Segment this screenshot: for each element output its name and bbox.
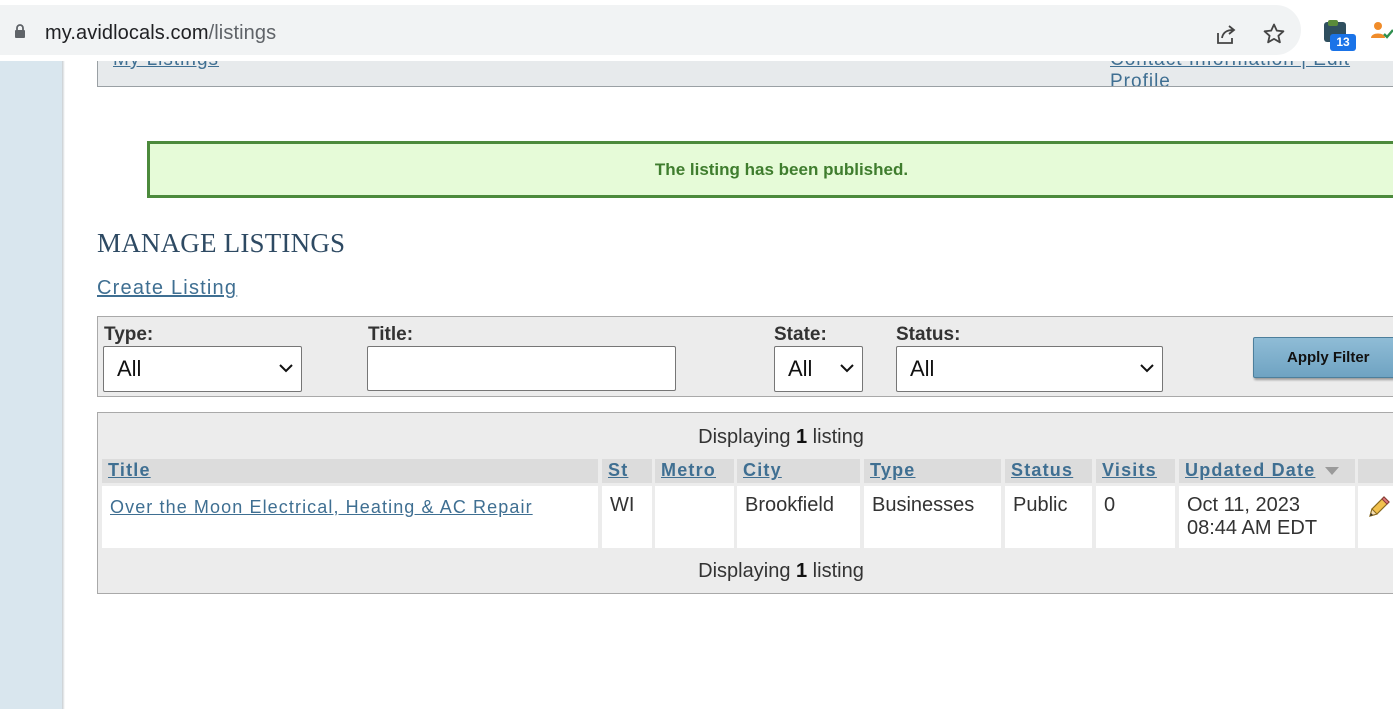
status-select-value: All [910, 356, 935, 381]
extension-badge: 13 [1330, 34, 1356, 51]
account-links[interactable]: Contact Information | Edit Profile [1110, 61, 1393, 86]
updated-date: Oct 11, 2023 [1187, 494, 1301, 516]
sort-desc-icon [1325, 467, 1340, 475]
filter-bar: Type: All Title: State: All Status: All … [97, 316, 1393, 397]
cell-visits: 0 [1096, 486, 1175, 548]
apply-filter-button[interactable]: Apply Filter [1253, 337, 1393, 378]
cell-metro [655, 486, 734, 548]
cell-type: Businesses [864, 486, 1001, 548]
type-select[interactable]: All [103, 346, 302, 392]
col-type[interactable]: Type [864, 459, 1001, 483]
col-updated-date[interactable]: Updated Date [1179, 459, 1355, 483]
col-visits[interactable]: Visits [1096, 459, 1175, 483]
my-listings-link[interactable]: My Listings [113, 61, 219, 71]
bookmark-star-icon[interactable] [1262, 22, 1286, 46]
chevron-down-icon [840, 364, 854, 373]
title-input[interactable] [367, 346, 676, 391]
success-alert: The listing has been published. [147, 141, 1393, 198]
col-actions [1358, 459, 1393, 483]
chevron-down-icon [1140, 364, 1154, 373]
listings-table: Displaying 1 listing Title St Metro City… [97, 412, 1393, 594]
listing-title-link[interactable]: Over the Moon Electrical, Heating & AC R… [110, 497, 533, 517]
profile-check-icon[interactable] [1370, 18, 1393, 42]
create-listing-link[interactable]: Create Listing [97, 277, 237, 300]
cell-title: Over the Moon Electrical, Heating & AC R… [102, 486, 598, 548]
updated-time: 08:44 AM EDT [1187, 517, 1318, 539]
col-city[interactable]: City [737, 459, 860, 483]
cell-actions [1358, 486, 1393, 548]
rail-shadow [62, 61, 65, 709]
lock-icon[interactable] [14, 24, 26, 38]
col-state[interactable]: St [602, 459, 652, 483]
state-select-value: All [788, 356, 813, 381]
cell-updated-date: Oct 11, 2023 08:44 AM EDT [1179, 486, 1355, 548]
status-label: Status: [896, 324, 961, 345]
col-metro[interactable]: Metro [655, 459, 734, 483]
state-select[interactable]: All [774, 346, 863, 392]
type-select-value: All [117, 356, 142, 381]
col-title[interactable]: Title [102, 459, 598, 483]
address-bar[interactable]: my.avidlocals.com/listings [0, 5, 1301, 55]
browser-toolbar: my.avidlocals.com/listings 13 [0, 0, 1393, 61]
page-title: MANAGE LISTINGS [97, 228, 346, 258]
display-count-bottom: Displaying 1 listing [698, 560, 864, 582]
share-icon[interactable] [1214, 23, 1238, 47]
cell-state: WI [602, 486, 652, 548]
account-nav: My Listings Contact Information | Edit P… [97, 61, 1393, 87]
pencil-edit-icon[interactable] [1366, 494, 1392, 520]
chevron-down-icon [279, 364, 293, 373]
left-rail [0, 61, 62, 709]
type-label: Type: [104, 324, 154, 345]
state-label: State: [774, 324, 827, 345]
cell-status: Public [1005, 486, 1092, 548]
display-count-top: Displaying 1 listing [698, 426, 864, 448]
title-label: Title: [368, 324, 414, 345]
status-select[interactable]: All [896, 346, 1163, 392]
alert-message: The listing has been published. [654, 160, 909, 179]
url-text[interactable]: my.avidlocals.com/listings [45, 22, 276, 45]
cell-city: Brookfield [737, 486, 860, 548]
col-status[interactable]: Status [1005, 459, 1092, 483]
